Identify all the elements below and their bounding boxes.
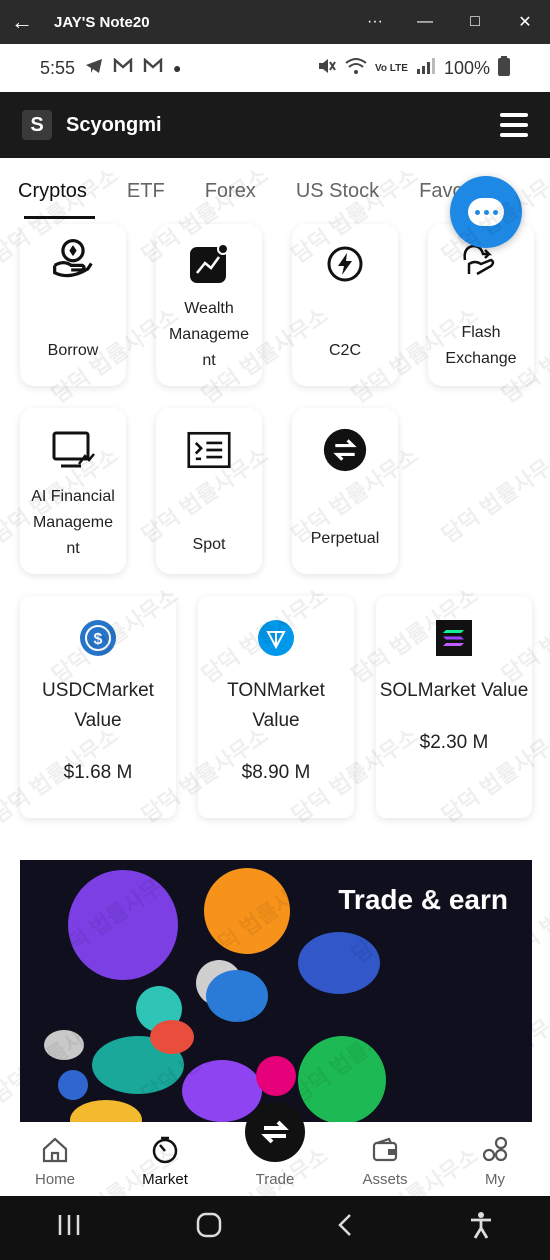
app-name: Scyongmi: [66, 113, 162, 136]
market-name: SOLMarket Value: [379, 680, 529, 701]
back-arrow-icon[interactable]: ←: [0, 9, 44, 35]
market-value: $8.90 M: [241, 762, 311, 783]
market-name: TONMarket Value: [227, 680, 325, 731]
feature-card-wealth-management[interactable]: Wealth Manageme nt: [156, 224, 262, 386]
nav-label: Home: [34, 1171, 75, 1188]
swap-arrows-icon: [261, 1120, 289, 1144]
feature-card-flash-exchange[interactable]: Flash Exchange: [428, 224, 534, 386]
lte-indicator: Vo LTE: [374, 62, 408, 74]
recent-apps-icon[interactable]: [56, 1213, 82, 1244]
app-logo: S: [22, 110, 52, 140]
nav-label: Assets: [362, 1171, 408, 1188]
market-timer-icon: [150, 1135, 180, 1165]
feature-label: C2C: [328, 342, 361, 359]
watermark-text: 담덕 법률사무소: [437, 442, 550, 548]
feature-label: Borrow: [47, 342, 99, 359]
maximize-button[interactable]: □: [450, 13, 500, 31]
back-button-icon[interactable]: [335, 1212, 355, 1245]
token-graphic: [204, 868, 290, 954]
nav-my[interactable]: My: [440, 1135, 550, 1188]
feature-label: Perpetual: [310, 530, 380, 547]
sol-coin-icon: [436, 620, 472, 656]
home-icon: [40, 1135, 70, 1165]
more-options-button[interactable]: ···: [350, 13, 400, 31]
system-navigation-bar: [0, 1196, 550, 1260]
chart-notification-icon: [187, 242, 231, 286]
nav-home[interactable]: Home: [0, 1135, 110, 1188]
market-name: USDCMarket Value: [42, 680, 154, 731]
tab-us-stock[interactable]: US Stock: [296, 180, 379, 203]
lightning-circle-icon: [323, 242, 367, 286]
nav-label: My: [485, 1171, 505, 1188]
feature-label: Wealth Manageme nt: [168, 300, 250, 369]
user-cluster-icon: [480, 1135, 510, 1165]
window-title-bar: ← JAY'S Note20 ··· — □ ✕: [0, 0, 550, 44]
token-graphic: [68, 870, 178, 980]
trade-swap-button[interactable]: [245, 1102, 305, 1162]
feature-card-perpetual[interactable]: Perpetual: [292, 408, 398, 574]
monitor-chart-icon: [51, 428, 95, 472]
mute-icon: [317, 57, 337, 80]
token-graphic: [298, 932, 380, 994]
close-button[interactable]: ✕: [500, 12, 550, 32]
token-graphic: [58, 1070, 88, 1100]
feature-card-c2c[interactable]: C2C: [292, 224, 398, 386]
menu-icon[interactable]: [500, 113, 528, 137]
window-title: JAY'S Note20: [54, 13, 150, 31]
feature-card-spot[interactable]: Spot: [156, 408, 262, 574]
token-graphic: [70, 1100, 142, 1122]
status-time: 5:55: [40, 57, 76, 78]
token-graphic: [150, 1020, 194, 1054]
market-card-sol[interactable]: SOLMarket Value $2.30 M: [376, 596, 532, 818]
gmail-icon: [143, 56, 163, 79]
tab-cryptos[interactable]: Cryptos: [18, 180, 95, 219]
gmail-icon: [113, 56, 133, 79]
tab-forex[interactable]: Forex: [205, 180, 256, 203]
wallet-icon: [370, 1135, 400, 1165]
usdc-coin-icon: $: [80, 620, 116, 656]
nav-label: Trade: [255, 1171, 295, 1188]
feature-label: Spot: [192, 536, 226, 553]
nav-assets[interactable]: Assets: [330, 1135, 440, 1188]
token-graphic: [182, 1060, 262, 1122]
feature-label: Flash Exchange: [445, 324, 517, 367]
chat-bubble-icon: [468, 198, 504, 226]
hand-coin-icon: [51, 236, 95, 280]
battery-icon: [498, 55, 510, 81]
market-value: $2.30 M: [419, 732, 489, 753]
terminal-list-icon: [187, 428, 231, 472]
wifi-icon: [345, 57, 367, 80]
signal-icon: [416, 57, 436, 80]
market-value: $1.68 M: [63, 762, 133, 783]
ton-coin-icon: [258, 620, 294, 656]
dot-icon: ●: [173, 60, 182, 76]
token-graphic: [206, 970, 268, 1022]
market-card-usdc[interactable]: $ USDCMarket Value $1.68 M: [20, 596, 176, 818]
phone-status-bar: 5:55 ● Vo LTE 100%: [0, 44, 550, 92]
swap-circle-icon: [323, 428, 367, 472]
token-graphic: [44, 1030, 84, 1060]
chat-support-button[interactable]: [450, 176, 522, 248]
accessibility-icon[interactable]: [468, 1211, 494, 1246]
feature-card-borrow[interactable]: Borrow: [20, 224, 126, 386]
telegram-icon: [85, 58, 103, 79]
feature-label: AI Financial Manageme nt: [31, 488, 115, 557]
promo-banner[interactable]: Trade & earn: [20, 860, 532, 1122]
home-button-icon[interactable]: [195, 1212, 223, 1245]
banner-headline: Trade & earn: [338, 884, 508, 915]
tab-etf[interactable]: ETF: [127, 180, 165, 203]
feature-card-ai-financial-management[interactable]: AI Financial Manageme nt: [20, 408, 126, 574]
token-graphic: [298, 1036, 386, 1122]
svg-text:$: $: [94, 631, 103, 648]
nav-label: Market: [142, 1171, 188, 1188]
battery-percent: 100%: [443, 57, 490, 78]
token-graphic: [256, 1056, 296, 1096]
app-header: S Scyongmi: [0, 92, 550, 158]
market-card-ton[interactable]: TONMarket Value $8.90 M: [198, 596, 354, 818]
nav-market[interactable]: Market: [110, 1135, 220, 1188]
minimize-button[interactable]: —: [400, 13, 450, 31]
